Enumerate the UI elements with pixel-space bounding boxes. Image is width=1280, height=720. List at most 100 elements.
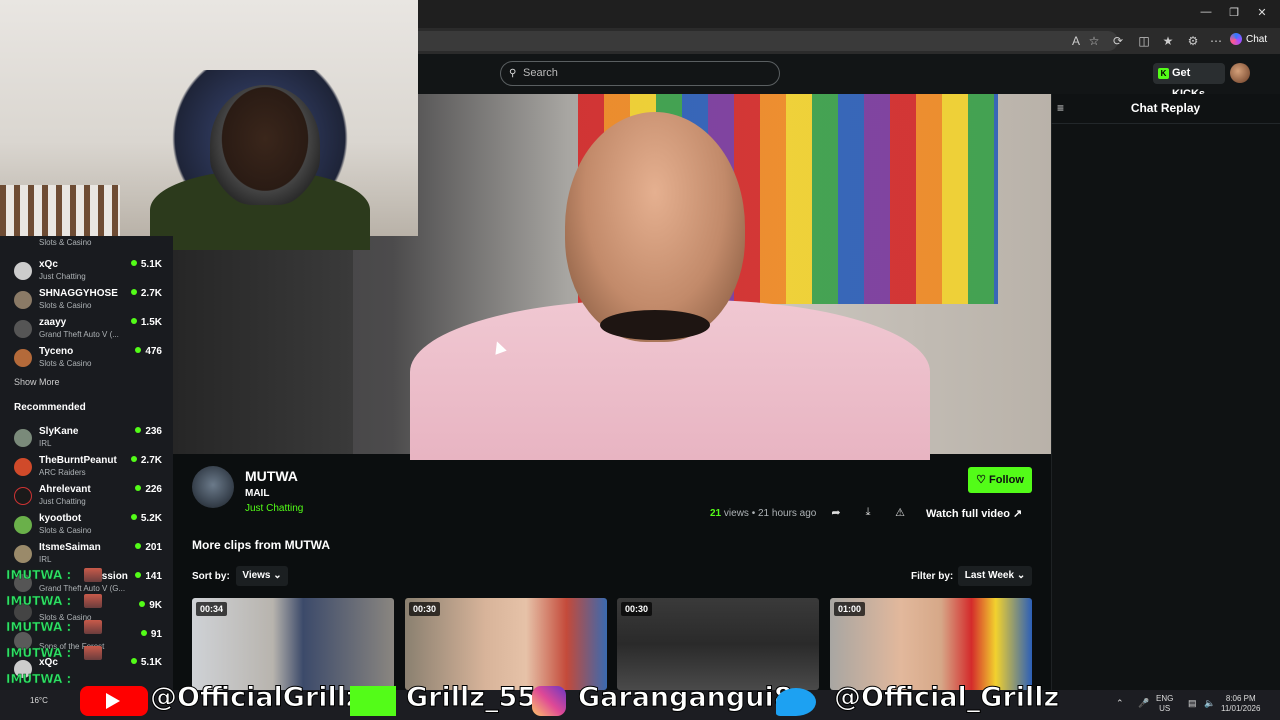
avatar: [14, 458, 32, 476]
chat-label: Chat: [1246, 34, 1268, 45]
extension-icon[interactable]: ⚙: [1185, 33, 1201, 49]
browser-title-bar: [418, 0, 1280, 28]
sidebar-item-name: zaayy: [39, 317, 67, 328]
overlay-chat-line: IMUTWA :: [6, 594, 72, 608]
microphone-icon[interactable]: 🎤: [1138, 698, 1149, 709]
network-icon[interactable]: ▤: [1188, 698, 1197, 709]
avatar: [14, 291, 32, 309]
report-icon[interactable]: ⚠: [893, 506, 907, 520]
kick-logo-icon: K: [1158, 68, 1169, 79]
favorite-icon[interactable]: ☆: [1086, 33, 1102, 49]
chevron-up-icon[interactable]: ⌃: [1116, 698, 1124, 709]
avatar: [14, 545, 32, 563]
stream-chat-overlay: IMUTWA : IMUTWA : IMUTWA : IMUTWA : IMUT…: [6, 566, 106, 690]
search-input[interactable]: ⚲ Search: [500, 61, 780, 86]
avatar: [14, 262, 32, 280]
clip-thumbnail[interactable]: 00:30: [617, 598, 819, 690]
avatar: [14, 516, 32, 534]
favorites-icon[interactable]: ★: [1160, 33, 1176, 49]
sidebar-item-recommended[interactable]: TheBurntPeanut ARC Raiders 2.7K: [14, 454, 164, 482]
sidebar-item-recommended[interactable]: Ahrelevant Just Chatting 226: [14, 483, 164, 511]
emote-icon: [84, 568, 102, 582]
filter-select[interactable]: Last Week ⌄: [958, 566, 1032, 586]
channel-avatar[interactable]: [192, 466, 234, 508]
instagram-icon: [532, 686, 566, 716]
sidebar-item-viewers: 5.1K: [131, 657, 162, 668]
emote-icon: [84, 620, 102, 634]
watch-full-video-link[interactable]: Watch full video ↗: [926, 507, 1022, 520]
restore-icon[interactable]: ❐: [1224, 6, 1244, 22]
sidebar-item-category: Slots & Casino: [39, 301, 92, 310]
sidebar-item-name: Ahrelevant: [39, 484, 91, 495]
overlay-chat-line: IMUTWA :: [6, 620, 72, 634]
clip-thumbnail[interactable]: 01:00: [830, 598, 1032, 690]
sidebar-item-viewers: 226: [135, 484, 162, 495]
lang-line1: ENG: [1156, 694, 1174, 703]
system-clock[interactable]: 8:06 PM 11/01/2026: [1221, 694, 1260, 714]
avatar: [14, 487, 32, 505]
sidebar-item-name: SHNAGGYHOSE: [39, 288, 118, 299]
sidebar-item-category: IRL: [39, 555, 52, 564]
overlay-chat-line: IMUTWA :: [6, 672, 72, 686]
chat-replay-panel: [1051, 94, 1280, 690]
video-person-head: [565, 112, 745, 342]
clip-duration: 01:00: [834, 602, 866, 616]
show-more-link[interactable]: Show More: [14, 377, 60, 387]
overlay-chat-line: IMUTWA :: [6, 568, 72, 582]
split-screen-icon[interactable]: ◫: [1136, 33, 1152, 49]
address-bar[interactable]: [418, 31, 1118, 51]
language-indicator[interactable]: ENG US: [1156, 694, 1173, 714]
minimize-icon[interactable]: —: [1196, 6, 1216, 22]
more-icon[interactable]: ⋯: [1208, 33, 1224, 49]
sidebar-item-viewers: 9K: [139, 600, 162, 611]
webcam-shelf: [0, 185, 120, 237]
video-left-shadow: [173, 236, 353, 454]
clip-thumbnail[interactable]: 00:34: [192, 598, 394, 690]
follow-button[interactable]: ♡ Follow: [968, 467, 1032, 493]
sidebar-item-viewers: 5.1K: [131, 259, 162, 270]
read-aloud-icon[interactable]: A: [1068, 33, 1084, 49]
weather-widget[interactable]: 16°C: [30, 696, 48, 705]
close-icon[interactable]: ✕: [1252, 6, 1272, 22]
channel-name[interactable]: MUTWA: [245, 468, 298, 484]
copilot-icon: [1230, 33, 1242, 46]
sidebar-item-recommended[interactable]: ItsmeSaiman IRL 201: [14, 541, 164, 569]
sidebar-item-name: TheBurntPeanut: [39, 455, 117, 466]
filter-value: Last Week: [964, 570, 1015, 581]
sidebar-item-recommended[interactable]: kyootbot Slots & Casino 5.2K: [14, 512, 164, 540]
sort-value: Views: [242, 570, 271, 581]
sidebar-item-viewers: 5.2K: [131, 513, 162, 524]
get-kicks-button[interactable]: KGet KICKs: [1153, 63, 1225, 100]
download-icon[interactable]: ⤓: [861, 506, 875, 520]
category-link[interactable]: Just Chatting: [245, 503, 303, 514]
sidebar-item-viewers: 236: [135, 426, 162, 437]
sidebar-item-name: xQc: [39, 259, 58, 270]
twitter-handle: @Official_Grillz: [833, 682, 1060, 714]
twitter-icon: [776, 688, 816, 716]
copilot-chat-button[interactable]: Chat: [1230, 31, 1276, 49]
sidebar-item-following[interactable]: xQc Just Chatting 5.1K: [14, 258, 164, 286]
kick-handle: Grillz_55: [405, 682, 537, 714]
avatar: [14, 320, 32, 338]
sidebar-item-recommended[interactable]: SlyKane IRL 236: [14, 425, 164, 453]
kick-icon: [350, 686, 396, 716]
sort-label: Sort by:: [192, 571, 230, 582]
sidebar-item-following[interactable]: zaayy Grand Theft Auto V (... 1.5K: [14, 316, 164, 344]
clip-title: MAIL: [245, 488, 270, 499]
user-avatar[interactable]: [1230, 63, 1250, 83]
sidebar-item-category: Grand Theft Auto V (...: [39, 330, 119, 339]
sort-select[interactable]: Views ⌄: [236, 566, 288, 586]
sidebar-item-following[interactable]: SHNAGGYHOSE Slots & Casino 2.7K: [14, 287, 164, 315]
sidebar-item-following[interactable]: Tyceno Slots & Casino 476: [14, 345, 164, 373]
search-icon: ⚲: [509, 68, 517, 79]
search-placeholder: Search: [523, 67, 558, 79]
sidebar-item-name: kyootbot: [39, 513, 82, 524]
more-clips-heading: More clips from MUTWA: [192, 538, 331, 552]
sidebar-item-viewers: 91: [141, 629, 162, 640]
share-icon[interactable]: ➦: [829, 506, 843, 520]
refresh-icon[interactable]: ⟳: [1110, 33, 1126, 49]
emote-icon: [84, 594, 102, 608]
clip-thumbnail[interactable]: 00:30: [405, 598, 607, 690]
sidebar-item-viewers: 2.7K: [131, 455, 162, 466]
volume-icon[interactable]: 🔈: [1204, 698, 1215, 709]
